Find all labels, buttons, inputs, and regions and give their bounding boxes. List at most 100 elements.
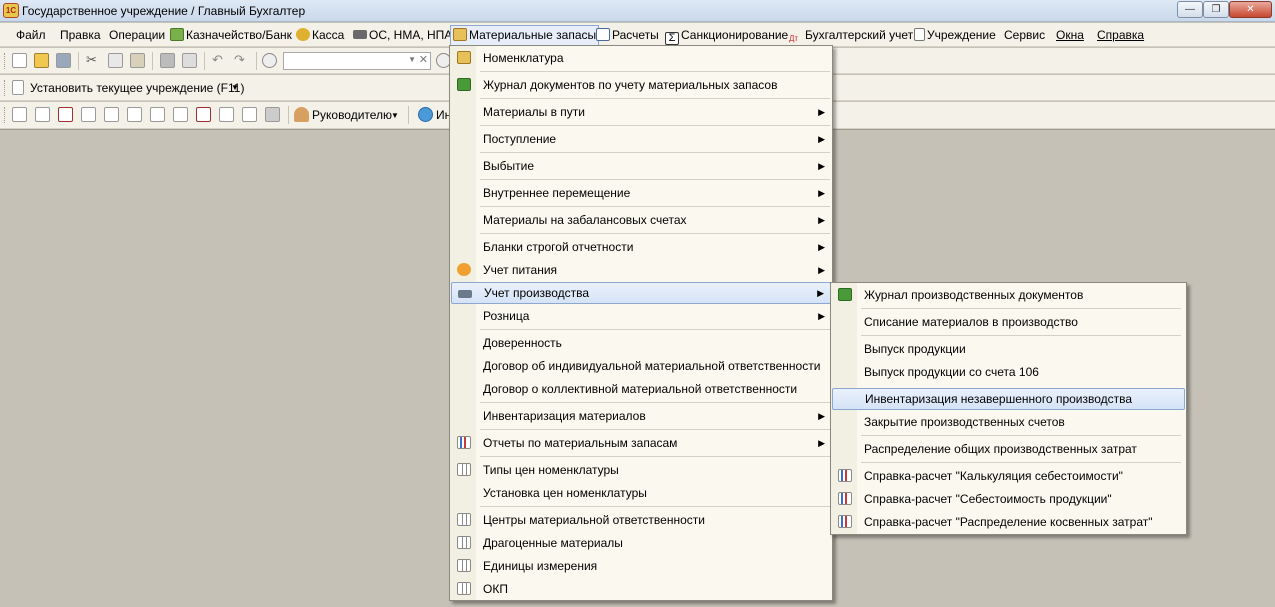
open-folder-icon[interactable] xyxy=(34,53,49,68)
chevron-down-icon[interactable]: ▼ xyxy=(231,83,239,92)
submenu-item-output[interactable]: Выпуск продукции xyxy=(832,338,1185,360)
grid-icon xyxy=(457,536,471,549)
submenu-item-overhead-distribution[interactable]: Распределение общих производственных зат… xyxy=(832,438,1185,460)
grid-icon xyxy=(457,559,471,572)
toolbar-separator xyxy=(256,52,257,70)
menu-item-journal[interactable]: Журнал документов по учету материальных … xyxy=(451,74,831,96)
menu-treasury-bank[interactable]: Казначейство/Банк xyxy=(168,25,294,45)
menu-item-label: Инвентаризация незавершенного производст… xyxy=(865,392,1133,406)
report-icon[interactable] xyxy=(173,107,188,122)
submenu-item-production-journal[interactable]: Журнал производственных документов xyxy=(832,284,1185,306)
menu-item-label: Драгоценные материалы xyxy=(483,536,623,550)
minimize-button[interactable]: — xyxy=(1177,1,1203,18)
search-input[interactable]: ▼ ✕ xyxy=(283,52,431,70)
report-icon[interactable] xyxy=(35,107,50,122)
clear-icon[interactable]: ✕ xyxy=(419,53,428,66)
menu-item-label: Договор об индивидуальной материальной о… xyxy=(483,359,821,373)
menu-item-receipt[interactable]: Поступление ▶ xyxy=(451,128,831,150)
menu-separator xyxy=(861,308,1181,309)
menu-item-reports[interactable]: Отчеты по материальным запасам ▶ xyxy=(451,432,831,454)
report-icon[interactable] xyxy=(81,107,96,122)
menu-item-off-balance[interactable]: Материалы на забалансовых счетах ▶ xyxy=(451,209,831,231)
menu-item-label: Справка-расчет "Себестоимость продукции" xyxy=(864,492,1112,506)
report-icon[interactable] xyxy=(196,107,211,122)
report-icon[interactable] xyxy=(150,107,165,122)
chevron-down-icon[interactable]: ▼ xyxy=(391,111,399,120)
menu-item-internal-transfer[interactable]: Внутреннее перемещение ▶ xyxy=(451,182,831,204)
menu-material-stocks[interactable]: Материальные запасы xyxy=(450,25,600,45)
new-document-icon[interactable] xyxy=(12,53,27,68)
menu-sanction[interactable]: Σ Санкционирование xyxy=(663,25,790,45)
menu-operations[interactable]: Операции xyxy=(107,25,167,45)
restore-button[interactable]: ❐ xyxy=(1203,1,1229,18)
menu-edit[interactable]: Правка xyxy=(58,25,103,45)
submenu-item-output-106[interactable]: Выпуск продукции со счета 106 xyxy=(832,361,1185,383)
submenu-item-close-accounts[interactable]: Закрытие производственных счетов xyxy=(832,411,1185,433)
set-institution-button[interactable]: Установить текущее учреждение (F11) xyxy=(30,81,244,95)
menu-item-set-prices[interactable]: Установка цен номенклатуры xyxy=(451,482,831,504)
menu-item-label: Установка цен номенклатуры xyxy=(483,486,647,500)
menu-cash[interactable]: Касса xyxy=(294,25,346,45)
menu-windows[interactable]: Окна xyxy=(1054,25,1086,45)
submenu-item-wip-inventory[interactable]: Инвентаризация незавершенного производст… xyxy=(832,388,1185,410)
report-icon[interactable] xyxy=(127,107,142,122)
toolbar-separator xyxy=(152,52,153,70)
menu-item-disposal[interactable]: Выбытие ▶ xyxy=(451,155,831,177)
manager-button[interactable]: Руководителю xyxy=(312,108,392,122)
menu-item-production-accounting[interactable]: Учет производства ▶ xyxy=(451,282,831,304)
menu-item-price-types[interactable]: Типы цен номенклатуры xyxy=(451,459,831,481)
print-preview-icon[interactable] xyxy=(182,53,197,68)
paste-icon[interactable] xyxy=(130,53,145,68)
close-button[interactable]: ✕ xyxy=(1229,1,1272,18)
chevron-down-icon[interactable]: ▼ xyxy=(408,55,416,64)
menu-item-nomenclature[interactable]: Номенклатура xyxy=(451,47,831,69)
submenu-item-cost-calculation[interactable]: Справка-расчет "Калькуляция себестоимост… xyxy=(832,465,1185,487)
menu-item-food-accounting[interactable]: Учет питания ▶ xyxy=(451,259,831,281)
menu-item-units[interactable]: Единицы измерения xyxy=(451,555,831,577)
menu-help[interactable]: Справка xyxy=(1095,25,1146,45)
copy-icon[interactable] xyxy=(108,53,123,68)
menu-item-okp[interactable]: ОКП xyxy=(451,578,831,600)
menu-accounting-label: Бухгалтерский учет xyxy=(805,28,914,42)
menu-separator xyxy=(480,125,830,126)
print-icon[interactable] xyxy=(160,53,175,68)
menu-service-label: Сервис xyxy=(1004,28,1046,42)
menu-item-retail[interactable]: Розница ▶ xyxy=(451,305,831,327)
search-icon[interactable] xyxy=(262,53,277,68)
redo-icon[interactable]: ↷ xyxy=(234,53,249,68)
report-icon[interactable] xyxy=(58,107,73,122)
menu-item-power-of-attorney[interactable]: Доверенность xyxy=(451,332,831,354)
save-icon[interactable] xyxy=(56,53,71,68)
report-icon[interactable] xyxy=(219,107,234,122)
menu-item-responsibility-centers[interactable]: Центры материальной ответственности xyxy=(451,509,831,531)
submenu-arrow-icon: ▶ xyxy=(818,242,825,252)
menu-item-individual-liability[interactable]: Договор об индивидуальной материальной о… xyxy=(451,355,831,377)
menu-item-inventory[interactable]: Инвентаризация материалов ▶ xyxy=(451,405,831,427)
report-icon[interactable] xyxy=(12,107,27,122)
menu-accounting[interactable]: Дт Бухгалтерский учет xyxy=(787,25,915,45)
table-icon[interactable] xyxy=(265,107,280,122)
menu-item-precious-materials[interactable]: Драгоценные материалы xyxy=(451,532,831,554)
toolbar-grip[interactable] xyxy=(4,53,7,69)
toolbar-grip[interactable] xyxy=(4,80,7,96)
menu-edit-label: Правка xyxy=(60,28,101,42)
menu-item-label: Поступление xyxy=(483,132,557,146)
submenu-item-write-off-materials[interactable]: Списание материалов в производство xyxy=(832,311,1185,333)
undo-icon[interactable]: ↶ xyxy=(212,53,227,68)
menu-service[interactable]: Сервис xyxy=(1002,25,1047,45)
menu-fixed-assets[interactable]: ОС, НМА, НПА xyxy=(351,25,454,45)
menu-item-materials-in-transit[interactable]: Материалы в пути ▶ xyxy=(451,101,831,123)
toolbar-grip[interactable] xyxy=(4,107,7,123)
menu-settlements[interactable]: Расчеты xyxy=(594,25,661,45)
menu-item-strict-forms[interactable]: Бланки строгой отчетности ▶ xyxy=(451,236,831,258)
submenu-item-product-cost[interactable]: Справка-расчет "Себестоимость продукции" xyxy=(832,488,1185,510)
report-icon[interactable] xyxy=(104,107,119,122)
menu-item-collective-liability[interactable]: Договор о коллективной материальной отве… xyxy=(451,378,831,400)
menu-file[interactable]: Файл xyxy=(14,25,48,45)
menu-item-label: Номенклатура xyxy=(483,51,564,65)
submenu-item-indirect-costs[interactable]: Справка-расчет "Распределение косвенных … xyxy=(832,511,1185,533)
cut-icon[interactable]: ✂ xyxy=(86,53,101,68)
menu-institution[interactable]: Учреждение xyxy=(912,25,998,45)
report-icon[interactable] xyxy=(242,107,257,122)
menu-item-label: Материалы в пути xyxy=(483,105,585,119)
